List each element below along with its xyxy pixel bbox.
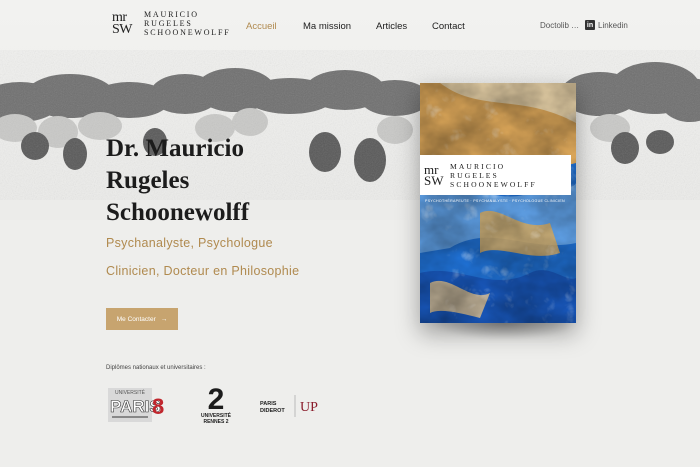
doctolib-label: Doctolib <box>540 21 569 30</box>
book-word-3: SCHOONEWOLFF <box>450 179 537 189</box>
linkedin-link[interactable]: in Linkedin <box>585 20 628 30</box>
doctolib-link[interactable]: Doctolib … <box>540 21 579 30</box>
arrow-right-icon: → <box>160 315 168 323</box>
logo-word-3: SCHOONEWOLFF <box>144 28 231 37</box>
nav-articles[interactable]: Articles <box>376 21 407 32</box>
diderot-line2: DIDEROT <box>260 408 285 414</box>
diderot-line1: PARIS <box>260 401 277 407</box>
nav-ma-mission[interactable]: Ma mission <box>303 21 351 32</box>
site-logo[interactable]: mr SW MAURICIO RUGELES SCHOONEWOLFF <box>112 10 231 37</box>
contact-button[interactable]: Me Contacter → <box>106 308 178 330</box>
up-mark: UP <box>300 400 318 415</box>
marble-artwork <box>420 83 576 323</box>
hero-name: Dr. Mauricio Rugeles Schoonewolff <box>106 133 356 229</box>
book-word-2: RUGELES <box>450 170 499 180</box>
contact-button-label: Me Contacter <box>116 315 156 323</box>
logo-word-2: RUGELES <box>144 19 193 28</box>
linkedin-icon: in <box>585 20 595 30</box>
logo-wordmark: MAURICIO RUGELES SCHOONEWOLFF <box>144 10 231 37</box>
nav-accueil[interactable]: Accueil <box>246 21 277 32</box>
paris8-number: 8 <box>152 394 164 419</box>
rennes2-logo: 2 UNIVERSITÉ RENNES 2 <box>196 383 236 427</box>
paris8-logo: UNIVERSITÉ PARIS 8 <box>108 384 172 424</box>
hero-name-line2: Rugeles <box>106 167 190 194</box>
nav-contact[interactable]: Contact <box>432 21 465 32</box>
book-tagline: PSYCHOTHÉRAPEUTE · PSYCHANALYSTE · PSYCH… <box>425 199 565 203</box>
hero-name-line3: Schoonewolff <box>106 199 250 226</box>
book-mark-line2: SW <box>424 173 444 188</box>
rennes2-line1: UNIVERSITÉ <box>201 411 232 419</box>
book-title-label: mr SW MAURICIO RUGELES SCHOONEWOLFF <box>420 155 571 195</box>
hero-name-line1: Dr. Mauricio <box>106 135 244 162</box>
rennes2-line2: RENNES 2 <box>203 419 228 425</box>
book-monogram: mr SW <box>424 163 446 188</box>
hero-subtitle-2: Clinicien, Docteur en Philosophie <box>106 264 300 278</box>
diplomas-label: Diplômes nationaux et universitaires : <box>106 365 206 371</box>
paris8-top-text: UNIVERSITÉ <box>115 389 146 396</box>
paris-diderot-logo: PARIS DIDEROT UP <box>258 393 322 419</box>
logo-mark-line2: SW <box>112 21 133 37</box>
book-word-1: MAURICIO <box>450 161 506 171</box>
rennes2-number: 2 <box>208 385 225 416</box>
hero-subtitle-1: Psychanalyste, Psychologue <box>106 236 273 250</box>
doctolib-ellipsis: … <box>568 21 580 30</box>
logo-word-1: MAURICIO <box>144 10 199 19</box>
logo-monogram: mr SW <box>112 10 138 37</box>
book-cover <box>420 83 576 323</box>
book-wordmark: MAURICIO RUGELES SCHOONEWOLFF <box>450 162 537 189</box>
site-header: mr SW MAURICIO RUGELES SCHOONEWOLFF Accu… <box>0 0 700 52</box>
linkedin-label: Linkedin <box>598 20 628 30</box>
